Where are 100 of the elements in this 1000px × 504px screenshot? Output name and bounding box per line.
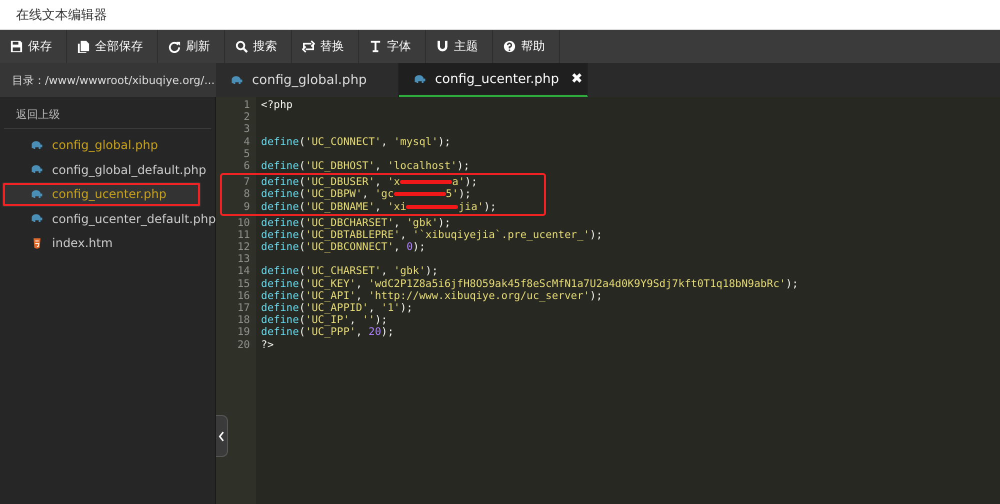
code-keyword: define [261, 216, 299, 229]
code-text: ( [298, 302, 306, 314]
code-text: ( [298, 200, 306, 212]
code-string: 'wdC2P1Z8a5i6jfH8O59ak45f8eScMfN1a7U2a4d0K9Y9Sdj7kft0T1q18bN9abRc' [368, 278, 786, 290]
code-keyword: define [261, 265, 299, 278]
line-number: 10 [236, 216, 251, 229]
code-string: 'xi [387, 200, 406, 212]
code-keyword: define [261, 136, 299, 148]
code-text: ( [298, 290, 306, 302]
code-text: , [356, 278, 364, 290]
code-number: 0 [406, 241, 413, 254]
line-number: 7 [242, 176, 251, 188]
code-text: , [374, 200, 382, 212]
code-text: ( [298, 241, 306, 254]
code-text: ( [298, 160, 306, 172]
code-keyword: define [261, 188, 299, 200]
code-text: , [381, 136, 388, 148]
chevron-left-icon [218, 430, 225, 442]
line-number: 18 [236, 314, 251, 326]
swap-icon [302, 40, 315, 53]
code-string: '' [362, 314, 375, 326]
code-keyword: define [261, 241, 299, 254]
line-number: 3 [242, 123, 251, 136]
file-tab[interactable]: config_ucenter.php ✖ [399, 63, 588, 97]
elephant-icon [30, 164, 44, 176]
code-string: 'UC_DBHOST' [305, 160, 375, 172]
code-string: 'mysql' [394, 136, 438, 148]
code-text: , [362, 188, 370, 200]
code-string: 'UC_CONNECT' [305, 136, 382, 148]
code-text: , [350, 314, 357, 326]
line-number: 1 [242, 99, 251, 112]
code-keyword: define [261, 278, 299, 290]
code-string: a' [452, 176, 465, 188]
file-item[interactable]: index.htm [0, 231, 215, 256]
line-number: 6 [242, 160, 251, 172]
code-text: , [400, 228, 407, 241]
code-text: ); [400, 302, 413, 314]
code-text: ?> [261, 338, 274, 351]
code-text: ); [438, 136, 451, 148]
code-string: 'UC_IP' [305, 314, 350, 326]
code-string: 'UC_DBUSER' [305, 176, 375, 188]
code-text: ( [298, 216, 306, 229]
back-link[interactable]: 返回上级 [4, 101, 211, 129]
code-string: 'gc [374, 188, 394, 200]
magnet-icon [436, 40, 449, 53]
code-keyword: define [261, 290, 299, 302]
help-icon [503, 40, 516, 53]
elephant-icon [30, 213, 44, 224]
elephant-icon [413, 74, 427, 84]
code-text: , [356, 326, 364, 338]
file-item[interactable]: config_ucenter.php [2, 182, 201, 206]
code-text: , [368, 302, 376, 314]
code-text: ( [298, 136, 306, 148]
code-string: 5' [446, 188, 458, 200]
code-text: , [356, 290, 364, 302]
line-number: 17 [236, 302, 251, 314]
elephant-icon [230, 74, 244, 86]
line-number: 11 [236, 228, 251, 242]
code-text: ); [425, 265, 438, 278]
code-text: ( [298, 278, 306, 290]
file-item[interactable]: config_ucenter_default.php [0, 206, 215, 231]
code-string: '`xibuqiyejia`.pre_ucenter_' [412, 228, 590, 241]
code-text: , [394, 216, 402, 229]
code-string: 'UC_CHARSET' [305, 265, 382, 278]
code-string: 'UC_DBCONNECT' [305, 241, 394, 254]
code-string: 'UC_KEY' [305, 278, 356, 290]
code-text: ); [438, 216, 451, 229]
code-text: ); [590, 228, 602, 241]
code-text: ); [458, 188, 472, 200]
code-text: ); [374, 314, 388, 326]
code-string: jia' [458, 200, 484, 212]
code-text: ( [298, 265, 306, 278]
text-cursor-icon [369, 40, 382, 53]
code-string: 'gbk' [394, 265, 426, 278]
code-text: ); [381, 326, 394, 338]
code-string: 'UC_APPID' [305, 302, 368, 314]
code-number: 20 [368, 326, 382, 338]
code-string: 'UC_DBPW' [305, 188, 362, 200]
file-item[interactable]: config_global_default.php [0, 158, 215, 182]
line-number: 15 [236, 278, 251, 290]
code-text: , [374, 160, 382, 172]
code-text: ); [464, 176, 478, 188]
code-text: , [394, 241, 402, 254]
code-string: 'localhost' [387, 160, 458, 172]
line-number: 14 [236, 265, 251, 278]
code-text: ( [298, 314, 306, 326]
code-string: 'http://www.xibuqiye.org/uc_server' [368, 290, 590, 302]
line-number: 20 [236, 338, 251, 351]
line-number: 5 [242, 148, 251, 160]
code-text: <?php [261, 99, 293, 111]
code-text: , [374, 176, 382, 188]
directory-path: 目录：/www/wwwroot/xibuqiye.org/... [12, 72, 215, 88]
collapse-handle[interactable] [216, 415, 228, 457]
elephant-icon [30, 188, 44, 200]
close-icon[interactable]: ✖ [571, 71, 583, 87]
code-text: , [381, 265, 388, 278]
redaction-scribble [400, 180, 452, 184]
code-string: 'x [387, 176, 400, 188]
line-number: 4 [242, 136, 251, 148]
file-item[interactable]: config_global.php [0, 133, 215, 158]
